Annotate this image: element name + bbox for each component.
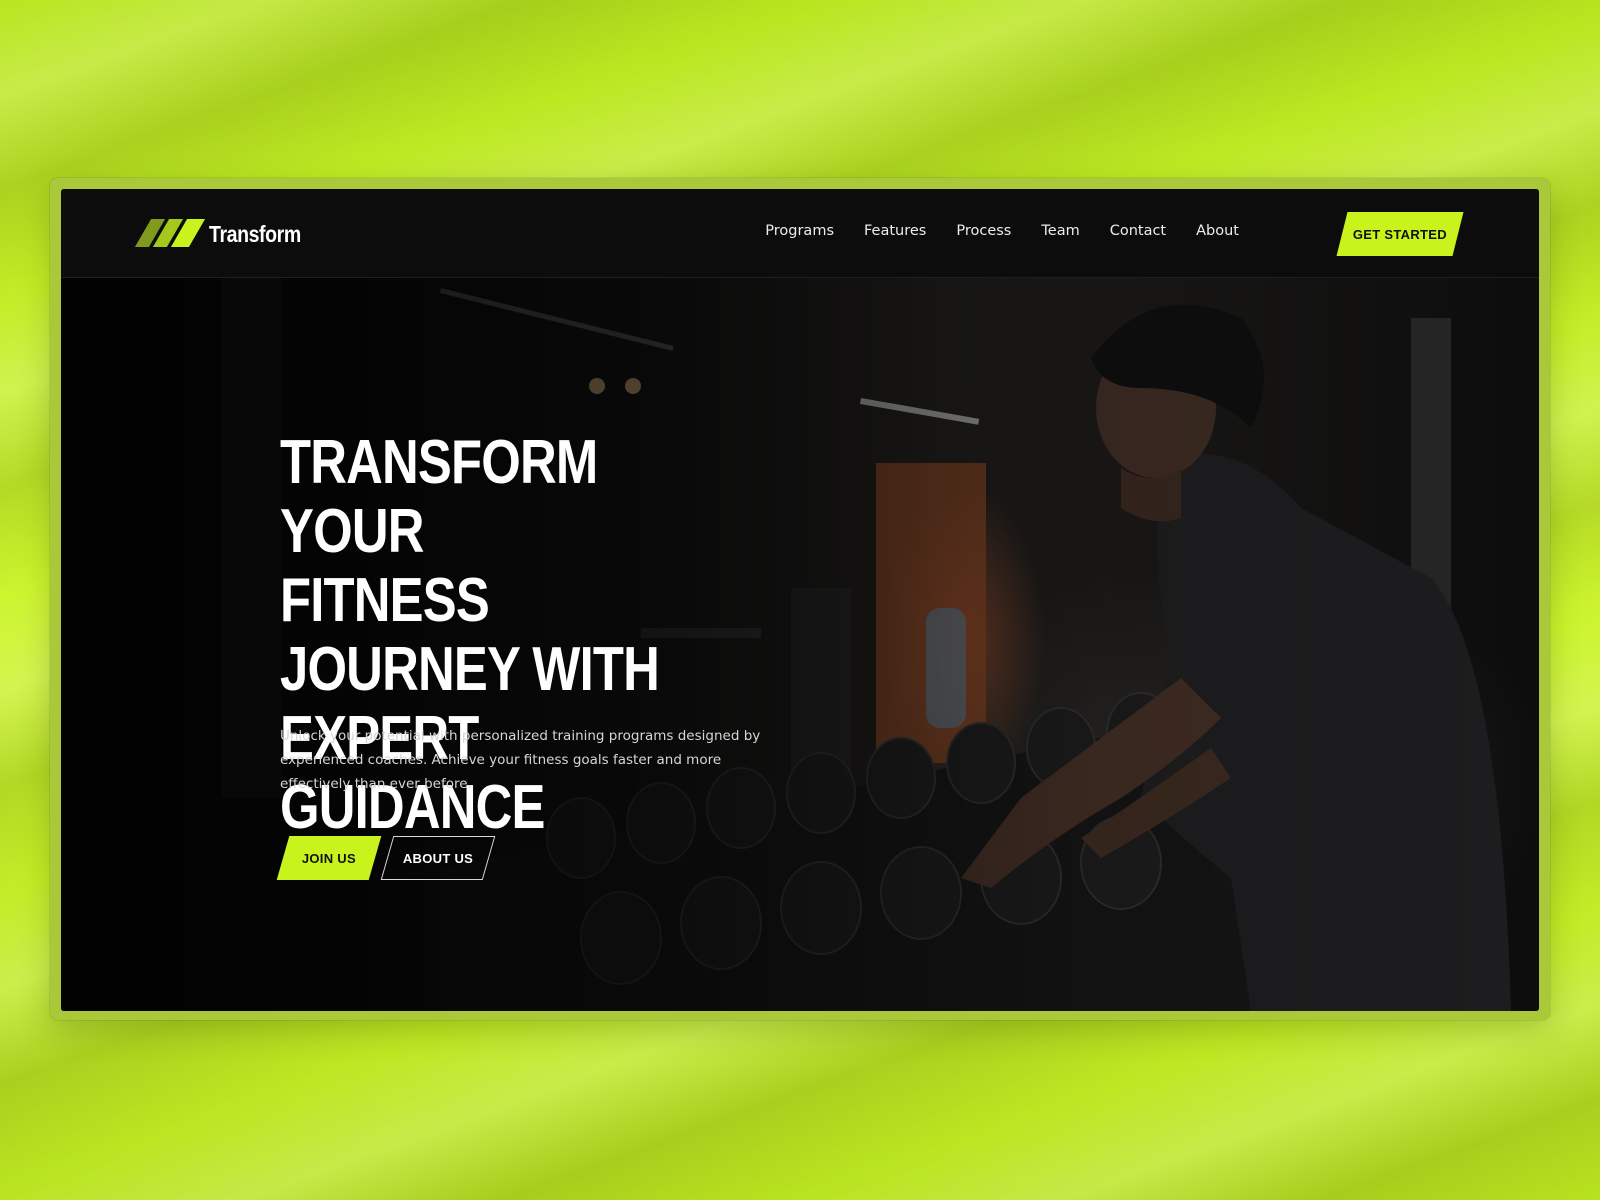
nav-link-contact[interactable]: Contact (1110, 223, 1166, 239)
join-us-button[interactable]: JOIN US (276, 836, 382, 880)
nav-link-about[interactable]: About (1196, 223, 1239, 239)
nav-link-process[interactable]: Process (956, 223, 1011, 239)
about-us-button[interactable]: ABOUT US (380, 836, 496, 880)
join-us-label: JOIN US (301, 850, 357, 866)
hero-section: TRANSFORM YOUR FITNESS JOURNEY WITH EXPE… (61, 278, 1539, 1011)
get-started-button[interactable]: GET STARTED (1336, 212, 1464, 256)
top-navbar: Transform Programs Features Process Team… (61, 189, 1539, 278)
three-slash-stripes-icon (134, 219, 207, 249)
nav-links: Programs Features Process Team Contact A… (765, 223, 1239, 239)
website-screen: Transform Programs Features Process Team… (61, 189, 1539, 1011)
nav-link-team[interactable]: Team (1041, 223, 1079, 239)
logo[interactable]: Transform (134, 219, 317, 249)
hero-subtext: Unlock your potential with personalized … (280, 728, 761, 792)
brand-name: Transform (209, 220, 301, 247)
get-started-label: GET STARTED (1352, 226, 1448, 242)
nav-link-features[interactable]: Features (864, 223, 926, 239)
headline-line: TRANSFORM YOUR (280, 428, 598, 566)
headline-line: FITNESS (280, 566, 490, 635)
about-us-label: ABOUT US (402, 850, 474, 866)
nav-link-programs[interactable]: Programs (765, 223, 834, 239)
